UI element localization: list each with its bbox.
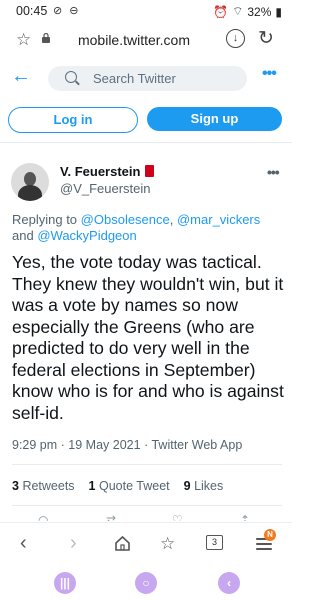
bookmark-star-icon[interactable]: ☆ bbox=[16, 30, 31, 50]
lock-icon bbox=[42, 33, 50, 43]
address-bar[interactable]: mobile.twitter.com bbox=[64, 32, 204, 48]
home-button[interactable]: ○ bbox=[135, 572, 157, 594]
avatar-body bbox=[18, 185, 42, 201]
book-emoji-icon bbox=[145, 165, 155, 177]
replying-to-and: and bbox=[12, 228, 34, 243]
tweet-more-icon[interactable]: ••• bbox=[267, 164, 280, 180]
home-circle-icon: ○ bbox=[142, 576, 150, 590]
mention-link[interactable]: @Obsolesence bbox=[81, 212, 170, 227]
like-icon[interactable]: ♡ bbox=[172, 513, 183, 521]
browser-back-icon[interactable]: ‹ bbox=[20, 532, 27, 555]
back-arrow-icon[interactable]: ← bbox=[11, 65, 31, 88]
status-time: 00:45 bbox=[16, 4, 48, 18]
tabs-icon[interactable]: 3 bbox=[206, 535, 223, 550]
wifi-signal-icon: ⌔ bbox=[232, 4, 244, 18]
author-handle[interactable]: @V_Feuerstein bbox=[60, 181, 151, 196]
browser-bottom-nav: ‹ › ☆ 3 N bbox=[0, 522, 292, 567]
tweet-source[interactable]: Twitter Web App bbox=[151, 438, 242, 452]
tweet-meta: 9:29 pm · 19 May 2021 · Twitter Web App bbox=[12, 438, 243, 452]
avatar[interactable] bbox=[11, 163, 49, 201]
recent-apps-button[interactable]: ||| bbox=[54, 572, 76, 594]
bookmarks-star-icon[interactable]: ☆ bbox=[160, 534, 175, 554]
author-name-row[interactable]: V. Feuerstein bbox=[60, 164, 155, 179]
mention-link[interactable]: @WackyPidgeon bbox=[37, 228, 136, 243]
share-icon[interactable]: ⇡ bbox=[240, 513, 250, 521]
status-bar: 00:45 ⊘ ⊖ ⏰ ⌔ 32% ▮ bbox=[0, 0, 292, 22]
tweet-time[interactable]: 9:29 pm bbox=[12, 438, 57, 452]
divider bbox=[12, 505, 282, 506]
signup-button[interactable]: Sign up bbox=[147, 107, 282, 131]
search-placeholder: Search Twitter bbox=[93, 71, 176, 86]
tweet-stats: 3 Retweets 1 Quote Tweet 9 Likes bbox=[12, 479, 223, 493]
system-nav: ||| ○ ‹ bbox=[0, 566, 292, 600]
reload-icon[interactable]: ↻ bbox=[258, 27, 274, 50]
retweets-stat[interactable]: 3 Retweets bbox=[12, 479, 75, 493]
replying-to: Replying to @Obsolesence, @mar_vickers a… bbox=[12, 212, 261, 243]
status-notification-icons: ⊘ ⊖ bbox=[53, 5, 81, 17]
reply-icon[interactable]: ◠ bbox=[38, 513, 48, 521]
home-icon[interactable] bbox=[114, 535, 131, 551]
status-right: ⏰ ⌔ 32% ▮ bbox=[213, 4, 282, 19]
likes-stat[interactable]: 9 Likes bbox=[184, 479, 224, 493]
mention-link[interactable]: @mar_vickers bbox=[177, 212, 260, 227]
more-options-icon[interactable]: ••• bbox=[262, 65, 277, 83]
quote-tweets-stat[interactable]: 1 Quote Tweet bbox=[89, 479, 170, 493]
login-button[interactable]: Log in bbox=[8, 107, 138, 133]
search-icon bbox=[65, 71, 77, 83]
retweet-icon[interactable]: ⇄ bbox=[106, 513, 116, 521]
divider bbox=[12, 464, 282, 465]
avatar-head bbox=[24, 172, 36, 186]
twitter-header: ← Search Twitter ••• bbox=[0, 62, 292, 94]
system-back-button[interactable]: ‹ bbox=[218, 572, 240, 594]
tweet-actions: ◠ ⇄ ♡ ⇡ bbox=[0, 513, 292, 521]
browser-forward-icon[interactable]: › bbox=[70, 532, 77, 555]
replying-to-prefix: Replying to bbox=[12, 212, 78, 227]
battery-icon: ▮ bbox=[275, 4, 282, 19]
divider bbox=[0, 142, 292, 143]
system-back-icon: ‹ bbox=[227, 576, 231, 590]
notification-badge: N bbox=[264, 529, 276, 541]
battery-percent: 32% bbox=[247, 4, 272, 19]
alarm-icon: ⏰ bbox=[213, 4, 229, 19]
tweet-date[interactable]: 19 May 2021 bbox=[68, 438, 140, 452]
download-icon[interactable]: ↓ bbox=[226, 29, 245, 48]
author-name[interactable]: V. Feuerstein bbox=[60, 164, 140, 179]
browser-toolbar: ☆ mobile.twitter.com ↓ ↻ bbox=[0, 24, 292, 58]
recent-apps-icon: ||| bbox=[59, 576, 71, 590]
tweet-text: Yes, the vote today was tactical. They k… bbox=[12, 252, 284, 423]
search-input[interactable]: Search Twitter bbox=[48, 66, 247, 91]
